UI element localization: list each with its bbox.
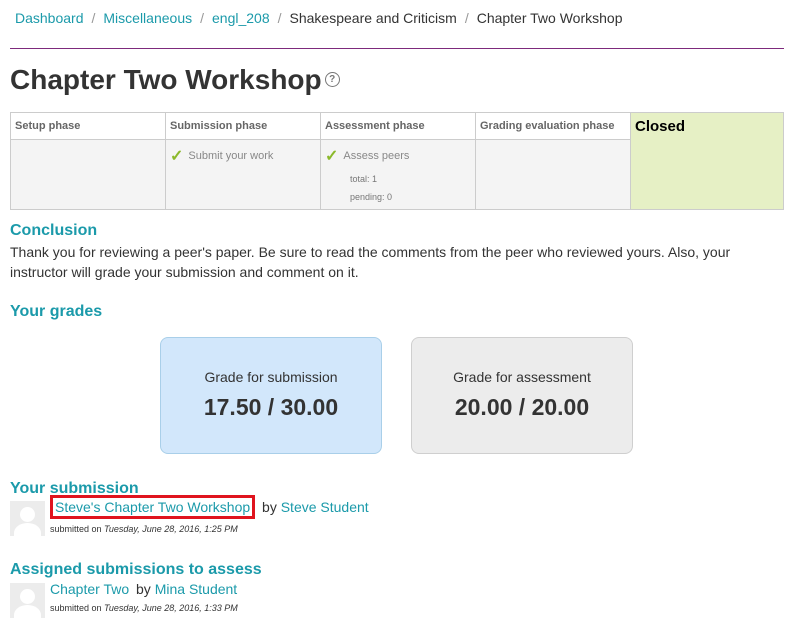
conclusion-text: Thank you for reviewing a peer's paper. … (10, 244, 731, 280)
breadcrumb-miscellaneous[interactable]: Miscellaneous (103, 10, 192, 26)
task-submit-work: ✓ Submit your work (170, 146, 316, 166)
task-assess-peers: ✓ Assess peers (325, 146, 471, 166)
help-icon[interactable]: ? (324, 72, 340, 88)
submitted-label: submitted on (50, 524, 102, 534)
assessment-grade-card: Grade for assessment 20.00 / 20.00 (411, 337, 633, 454)
phase-assessment-label: Assessment phase (321, 113, 475, 140)
header-divider (10, 48, 784, 49)
submission-by: by (262, 499, 277, 515)
phase-setup: Setup phase (11, 113, 166, 209)
phase-assessment-body: ✓ Assess peers total: 1 pending: 0 (321, 140, 475, 209)
submission-author-link[interactable]: Steve Student (281, 499, 369, 515)
task-label: Assess peers (343, 150, 410, 162)
phase-submission-body: ✓ Submit your work (166, 140, 320, 209)
phase-closed: Closed (631, 113, 783, 209)
avatar (10, 501, 45, 536)
submission-meta: submitted on Tuesday, June 28, 2016, 1:2… (50, 524, 238, 534)
task-total: total: 1 (350, 174, 378, 184)
assigned-title-link[interactable]: Chapter Two (50, 580, 129, 598)
check-icon: ✓ (170, 148, 184, 165)
phase-setup-body (11, 140, 165, 209)
breadcrumb-separator: / (200, 10, 204, 26)
page-title: Chapter Two Workshop? (10, 64, 340, 96)
submission-line: Steve's Chapter Two Workshop by Steve St… (50, 495, 369, 519)
breadcrumb-course[interactable]: engl_208 (212, 10, 270, 26)
check-icon: ✓ (325, 148, 339, 165)
breadcrumb-section: Shakespeare and Criticism (289, 10, 457, 26)
breadcrumb-dashboard[interactable]: Dashboard (15, 10, 84, 26)
workshop-phases: Setup phase Submission phase ✓ Submit yo… (10, 112, 784, 210)
assigned-meta: submitted on Tuesday, June 28, 2016, 1:3… (50, 603, 238, 613)
your-submission-item: Steve's Chapter Two Workshop by Steve St… (10, 495, 790, 539)
assigned-heading: Assigned submissions to assess (10, 561, 262, 578)
submitted-label: submitted on (50, 603, 102, 613)
assigned-line: Chapter Two by Mina Student (50, 581, 237, 597)
assigned-submission-item: Chapter Two by Mina Student submitted on… (10, 581, 790, 621)
phase-closed-body (631, 140, 783, 209)
breadcrumb-separator: / (464, 10, 469, 26)
phase-closed-label: Closed (635, 118, 686, 135)
task-pending: pending: 0 (350, 192, 393, 202)
assigned-author-link[interactable]: Mina Student (155, 581, 238, 597)
breadcrumb-separator: / (91, 10, 96, 26)
submission-title-link[interactable]: Steve's Chapter Two Workshop (50, 495, 256, 519)
task-label: Submit your work (188, 150, 274, 162)
breadcrumb-separator: / (277, 10, 282, 26)
avatar (10, 583, 45, 618)
breadcrumb: Dashboard / Miscellaneous / engl_208 / Shakesp… (15, 10, 622, 26)
assessment-grade-value: 20.00 / 20.00 (454, 394, 590, 420)
submission-grade-value: 17.50 / 30.00 (203, 394, 339, 420)
assessment-grade-label: Grade for assessment (453, 369, 591, 385)
breadcrumb-current: Chapter Two Workshop (476, 10, 623, 26)
phase-setup-label: Setup phase (11, 113, 165, 140)
phase-grading: Grading evaluation phase (476, 113, 631, 209)
phase-grading-label: Grading evaluation phase (476, 113, 630, 140)
phase-submission-label: Submission phase (166, 113, 320, 140)
submitted-date: Tuesday, June 28, 2016, 1:33 PM (104, 603, 238, 613)
phase-grading-body (476, 140, 630, 209)
submitted-date: Tuesday, June 28, 2016, 1:25 PM (104, 524, 238, 534)
grades-heading: Your grades (10, 303, 103, 320)
submission-grade-label: Grade for submission (204, 369, 338, 385)
submission-grade-card: Grade for submission 17.50 / 30.00 (160, 337, 382, 454)
assigned-by: by (136, 581, 151, 597)
conclusion-heading: Conclusion (10, 222, 98, 239)
phase-submission: Submission phase ✓ Submit your work (166, 113, 321, 209)
phase-assessment: Assessment phase ✓ Assess peers total: 1… (321, 113, 476, 209)
page-title-text: Chapter Two Workshop (10, 64, 322, 95)
